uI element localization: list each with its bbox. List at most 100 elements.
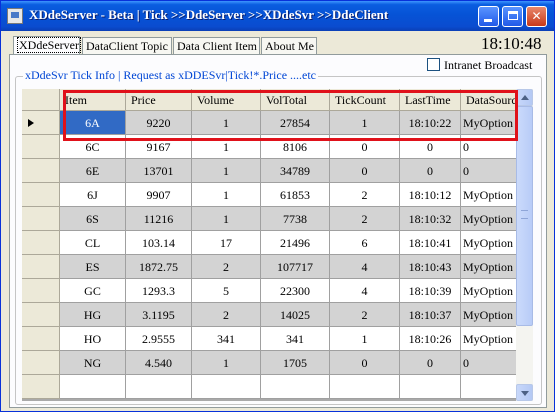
cell-tickcount[interactable]: 0 bbox=[330, 351, 400, 375]
cell-price[interactable]: 11216 bbox=[126, 207, 192, 231]
tab-data-client-item[interactable]: Data Client Item bbox=[173, 37, 260, 54]
cell-price[interactable]: 9907 bbox=[126, 183, 192, 207]
cell-tickcount[interactable] bbox=[330, 375, 400, 399]
cell-tickcount[interactable]: 0 bbox=[330, 159, 400, 183]
cell-price[interactable]: 1872.75 bbox=[126, 255, 192, 279]
cell-volume[interactable]: 2 bbox=[192, 255, 261, 279]
cell-item[interactable]: NG bbox=[60, 351, 126, 375]
cell-item[interactable]: 6S bbox=[60, 207, 126, 231]
row-header[interactable] bbox=[22, 351, 60, 375]
cell-lasttime[interactable]: 18:10:41 bbox=[400, 231, 461, 255]
table-row[interactable]: 6J 9907 1 61853 2 18:10:12 MyOption bbox=[22, 183, 516, 207]
cell-lasttime[interactable]: 18:10:26 bbox=[400, 327, 461, 351]
grid-corner-header[interactable] bbox=[22, 89, 60, 111]
cell-volume[interactable]: 5 bbox=[192, 279, 261, 303]
cell-item[interactable]: HG bbox=[60, 303, 126, 327]
cell-lasttime[interactable]: 18:10:43 bbox=[400, 255, 461, 279]
cell-tickcount[interactable]: 2 bbox=[330, 183, 400, 207]
cell-volume[interactable]: 1 bbox=[192, 159, 261, 183]
row-header[interactable] bbox=[22, 303, 60, 327]
cell-voltotal[interactable]: 341 bbox=[261, 327, 330, 351]
cell-volume[interactable]: 1 bbox=[192, 183, 261, 207]
cell-item[interactable]: HO bbox=[60, 327, 126, 351]
row-header[interactable] bbox=[22, 327, 60, 351]
cell-tickcount[interactable]: 6 bbox=[330, 231, 400, 255]
vertical-scrollbar[interactable] bbox=[516, 89, 533, 401]
cell-tickcount[interactable]: 4 bbox=[330, 279, 400, 303]
cell-tickcount[interactable]: 4 bbox=[330, 255, 400, 279]
scroll-down-button[interactable] bbox=[516, 384, 533, 401]
table-row[interactable]: 6E 13701 1 34789 0 0 0 bbox=[22, 159, 516, 183]
cell-tickcount[interactable]: 2 bbox=[330, 207, 400, 231]
cell-lasttime[interactable]: 0 bbox=[400, 159, 461, 183]
cell-volume[interactable]: 2 bbox=[192, 303, 261, 327]
cell-lasttime[interactable]: 18:10:39 bbox=[400, 279, 461, 303]
row-header[interactable] bbox=[22, 231, 60, 255]
cell-voltotal[interactable]: 7738 bbox=[261, 207, 330, 231]
cell-item[interactable]: 6E bbox=[60, 159, 126, 183]
cell-volume[interactable]: 17 bbox=[192, 231, 261, 255]
table-row[interactable]: CL 103.14 17 21496 6 18:10:41 MyOption bbox=[22, 231, 516, 255]
cell-datasource[interactable]: MyOption bbox=[461, 255, 516, 279]
table-row[interactable]: HG 3.1195 2 14025 2 18:10:37 MyOption bbox=[22, 303, 516, 327]
cell-price[interactable] bbox=[126, 375, 192, 399]
cell-price[interactable]: 103.14 bbox=[126, 231, 192, 255]
cell-datasource[interactable]: 0 bbox=[461, 351, 516, 375]
row-header[interactable] bbox=[22, 159, 60, 183]
cell-voltotal[interactable]: 21496 bbox=[261, 231, 330, 255]
row-pointer-icon[interactable] bbox=[22, 111, 60, 135]
minimize-button[interactable] bbox=[478, 6, 499, 27]
row-header[interactable] bbox=[22, 135, 60, 159]
cell-volume[interactable] bbox=[192, 375, 261, 399]
cell-volume[interactable]: 341 bbox=[192, 327, 261, 351]
cell-item[interactable] bbox=[60, 375, 126, 399]
cell-voltotal[interactable]: 61853 bbox=[261, 183, 330, 207]
cell-lasttime[interactable]: 18:10:32 bbox=[400, 207, 461, 231]
cell-voltotal[interactable]: 34789 bbox=[261, 159, 330, 183]
cell-tickcount[interactable]: 2 bbox=[330, 303, 400, 327]
row-header[interactable] bbox=[22, 375, 60, 399]
tab-xddeserver[interactable]: XDdeServer bbox=[13, 36, 81, 55]
cell-datasource[interactable]: MyOption bbox=[461, 327, 516, 351]
row-header[interactable] bbox=[22, 183, 60, 207]
table-row[interactable]: ES 1872.75 2 107717 4 18:10:43 MyOption bbox=[22, 255, 516, 279]
title-bar[interactable]: XDdeServer - Beta | Tick >>DdeServer >>X… bbox=[1, 1, 554, 31]
row-header[interactable] bbox=[22, 207, 60, 231]
cell-datasource[interactable]: MyOption bbox=[461, 183, 516, 207]
cell-lasttime[interactable] bbox=[400, 375, 461, 399]
cell-datasource[interactable]: MyOption bbox=[461, 279, 516, 303]
cell-datasource[interactable] bbox=[461, 375, 516, 399]
cell-voltotal[interactable]: 107717 bbox=[261, 255, 330, 279]
cell-price[interactable]: 4.540 bbox=[126, 351, 192, 375]
maximize-button[interactable] bbox=[502, 6, 523, 27]
cell-item[interactable]: CL bbox=[60, 231, 126, 255]
cell-tickcount[interactable]: 1 bbox=[330, 327, 400, 351]
cell-voltotal[interactable] bbox=[261, 375, 330, 399]
table-row[interactable] bbox=[22, 375, 516, 399]
cell-voltotal[interactable]: 22300 bbox=[261, 279, 330, 303]
table-row[interactable]: NG 4.540 1 1705 0 0 0 bbox=[22, 351, 516, 375]
cell-datasource[interactable]: MyOption bbox=[461, 207, 516, 231]
table-row[interactable]: HO 2.9555 341 341 1 18:10:26 MyOption bbox=[22, 327, 516, 351]
close-button[interactable]: ✕ bbox=[526, 6, 547, 27]
cell-voltotal[interactable]: 1705 bbox=[261, 351, 330, 375]
app-window-icon[interactable] bbox=[7, 8, 23, 24]
row-header[interactable] bbox=[22, 255, 60, 279]
cell-lasttime[interactable]: 18:10:37 bbox=[400, 303, 461, 327]
cell-price[interactable]: 2.9555 bbox=[126, 327, 192, 351]
cell-datasource[interactable]: 0 bbox=[461, 159, 516, 183]
cell-lasttime[interactable]: 0 bbox=[400, 351, 461, 375]
tab-about-me[interactable]: About Me bbox=[261, 37, 317, 54]
scroll-thumb[interactable] bbox=[516, 106, 533, 326]
scroll-up-button[interactable] bbox=[516, 89, 533, 106]
table-row[interactable]: GC 1293.3 5 22300 4 18:10:39 MyOption bbox=[22, 279, 516, 303]
cell-volume[interactable]: 1 bbox=[192, 351, 261, 375]
cell-price[interactable]: 3.1195 bbox=[126, 303, 192, 327]
row-header[interactable] bbox=[22, 279, 60, 303]
cell-item[interactable]: GC bbox=[60, 279, 126, 303]
cell-price[interactable]: 1293.3 bbox=[126, 279, 192, 303]
cell-datasource[interactable]: MyOption bbox=[461, 303, 516, 327]
table-row[interactable]: 6S 11216 1 7738 2 18:10:32 MyOption bbox=[22, 207, 516, 231]
cell-voltotal[interactable]: 14025 bbox=[261, 303, 330, 327]
cell-volume[interactable]: 1 bbox=[192, 207, 261, 231]
